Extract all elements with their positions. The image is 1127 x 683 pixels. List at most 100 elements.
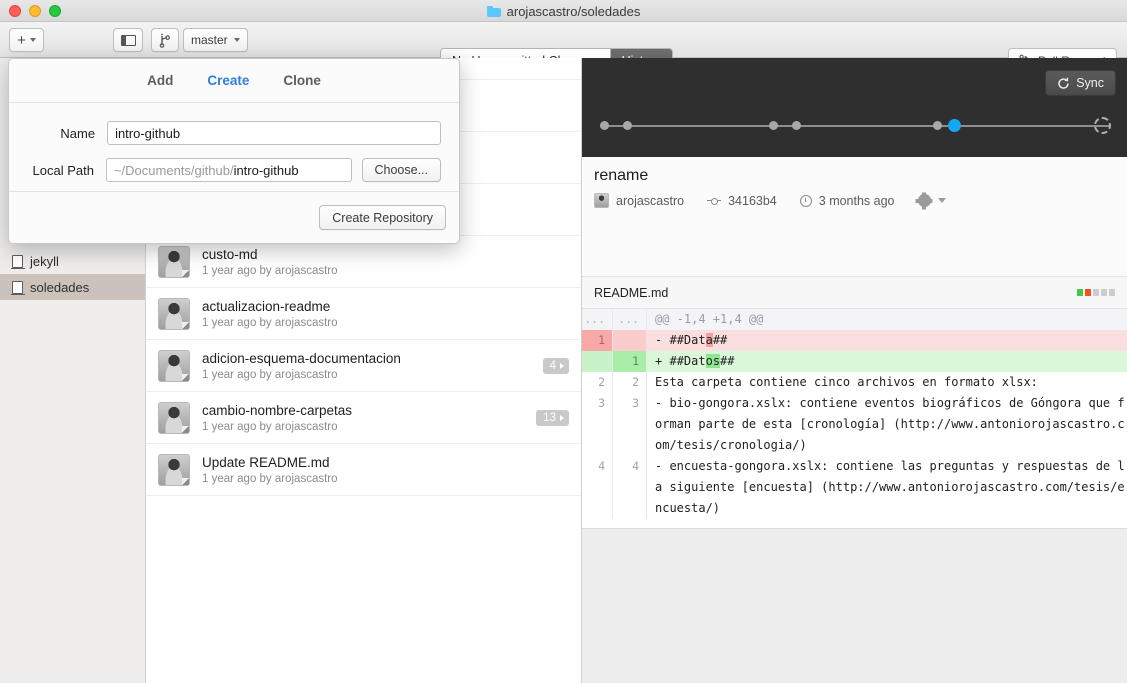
local-path-input[interactable]: ~/Documents/github/intro-github — [106, 158, 352, 182]
commit-time: 3 months ago — [819, 194, 895, 208]
commit-message: cambio-nombre-carpetas — [202, 403, 352, 418]
dashed-circle-icon[interactable] — [1094, 117, 1111, 134]
branch-selector[interactable]: master — [183, 28, 248, 52]
diff-new-lineno: 3 — [613, 393, 647, 456]
repository-name-input[interactable]: intro-github — [107, 121, 441, 145]
detail-pane: Sync rename arojascastro 34163b4 3 month… — [582, 58, 1127, 683]
sidebar-item-label: jekyll — [30, 254, 59, 269]
clock-icon — [800, 195, 812, 207]
commit-sha: 34163b4 — [728, 194, 777, 208]
sidebar-item-jekyll[interactable]: jekyll — [0, 248, 145, 274]
timeline-dot-selected[interactable] — [948, 119, 961, 132]
popover-footer: Create Repository — [9, 191, 459, 243]
toolbar: + master No Uncommitted Changes History — [0, 22, 1127, 58]
gear-icon[interactable] — [918, 194, 931, 207]
timeline-dot[interactable] — [933, 121, 942, 130]
diff-old-lineno: 2 — [582, 372, 613, 393]
diff-stat-square — [1101, 289, 1107, 296]
diff-old-lineno: 1 — [582, 330, 613, 351]
commit-detail-header: rename arojascastro 34163b4 3 months ago — [582, 157, 1127, 277]
timeline-dot[interactable] — [792, 121, 801, 130]
diff-new-lineno — [613, 330, 647, 351]
diff-file-name: README.md — [594, 286, 668, 300]
timeline-dot[interactable] — [769, 121, 778, 130]
diff-stat-square — [1109, 289, 1115, 296]
diff-hunk-header: ... ... @@ -1,4 +1,4 @@ — [582, 309, 1127, 330]
commit-meta: 1 year ago by arojascastro — [202, 317, 338, 329]
local-path-prefix: ~/Documents/github/ — [114, 163, 234, 178]
commit-list-item[interactable]: Update README.md 1 year ago by arojascas… — [146, 444, 581, 496]
local-path-label: Local Path — [27, 163, 106, 178]
diff-stat-square — [1085, 289, 1091, 296]
avatar — [594, 193, 609, 208]
commit-list-item[interactable]: cambio-nombre-carpetas 1 year ago by aro… — [146, 392, 581, 444]
avatar — [158, 350, 190, 382]
title-bar: arojascastro/soledades — [0, 0, 1127, 22]
popover-tabs: Add Create Clone — [9, 59, 459, 103]
commit-message: Update README.md — [202, 455, 338, 470]
commit-timeline[interactable]: Sync — [582, 58, 1127, 157]
diff-line-text: - bio-gongora.xslx: contiene eventos bio… — [647, 393, 1127, 456]
avatar — [158, 298, 190, 330]
timeline-dot[interactable] — [600, 121, 609, 130]
choose-folder-button[interactable]: Choose... — [362, 158, 441, 182]
diff-new-lineno: 1 — [613, 351, 647, 372]
timeline-dot[interactable] — [623, 121, 632, 130]
local-path-suffix: intro-github — [234, 163, 299, 178]
diff-empty-area — [582, 528, 1127, 683]
diff-stat-square — [1093, 289, 1099, 296]
commit-file-count-badge[interactable]: 13 — [536, 410, 569, 426]
name-label: Name — [27, 126, 107, 141]
diff-old-lineno: ... — [582, 309, 613, 330]
commit-sha-icon — [707, 197, 721, 205]
commit-list-item[interactable]: actualizacion-readme 1 year ago by aroja… — [146, 288, 581, 340]
create-repository-button[interactable]: Create Repository — [319, 205, 446, 230]
diff-line-text: + ##Datos## — [647, 351, 1127, 372]
diff-file-header[interactable]: README.md — [582, 277, 1127, 309]
diff-line-added: 1 + ##Datos## — [582, 351, 1127, 372]
tab-add[interactable]: Add — [147, 73, 173, 88]
sidebar-item-soledades[interactable]: soledades — [0, 274, 145, 300]
chevron-right-icon — [560, 415, 564, 421]
sidebar-item-label: soledades — [30, 280, 89, 295]
commit-meta: 1 year ago by arojascastro — [202, 369, 401, 381]
diff-new-lineno: ... — [613, 309, 647, 330]
chevron-right-icon — [560, 363, 564, 369]
commit-message: actualizacion-readme — [202, 299, 338, 314]
sidebar-panel-icon — [121, 35, 136, 46]
diff-line-text: Esta carpeta contiene cinco archivos en … — [647, 372, 1127, 393]
badge-count: 4 — [550, 360, 556, 372]
chevron-down-icon[interactable] — [938, 198, 946, 203]
close-button[interactable] — [9, 5, 21, 17]
add-repository-button[interactable]: + — [9, 28, 44, 52]
zoom-button[interactable] — [49, 5, 61, 17]
diff-view[interactable]: ... ... @@ -1,4 +1,4 @@ 1 - ##Data## 1 +… — [582, 309, 1127, 528]
avatar — [158, 402, 190, 434]
diff-line-context: 4 4 - encuesta-gongora.xslx: contiene la… — [582, 456, 1127, 519]
commit-message: custo-md — [202, 247, 338, 262]
plus-icon: + — [17, 33, 26, 48]
tab-clone[interactable]: Clone — [283, 73, 321, 88]
chevron-down-icon — [234, 38, 240, 42]
diff-line-text: - ##Data## — [647, 330, 1127, 351]
github-desktop-window: arojascastro/soledades + master No Uncom… — [0, 0, 1127, 683]
diff-line-text: - encuesta-gongora.xslx: contiene las pr… — [647, 456, 1127, 519]
commit-message: adicion-esquema-documentacion — [202, 351, 401, 366]
avatar — [158, 246, 190, 278]
commit-file-count-badge[interactable]: 4 — [543, 358, 569, 374]
folder-icon — [487, 6, 501, 17]
diff-line-text: @@ -1,4 +1,4 @@ — [647, 309, 1127, 330]
commit-author: arojascastro — [616, 194, 684, 208]
diff-line-context: 3 3 - bio-gongora.xslx: contiene eventos… — [582, 393, 1127, 456]
new-branch-button[interactable] — [151, 28, 179, 52]
minimize-button[interactable] — [29, 5, 41, 17]
diff-stat-square — [1077, 289, 1083, 296]
tab-create[interactable]: Create — [207, 73, 249, 88]
sync-button[interactable]: Sync — [1045, 70, 1116, 96]
sidebar-toggle-button[interactable] — [113, 28, 143, 52]
diff-old-lineno: 3 — [582, 393, 613, 456]
commit-meta: 1 year ago by arojascastro — [202, 421, 352, 433]
add-repository-popover: Add Create Clone Name intro-github Local… — [8, 58, 460, 244]
commit-title: rename — [594, 167, 648, 185]
commit-list-item[interactable]: adicion-esquema-documentacion 1 year ago… — [146, 340, 581, 392]
